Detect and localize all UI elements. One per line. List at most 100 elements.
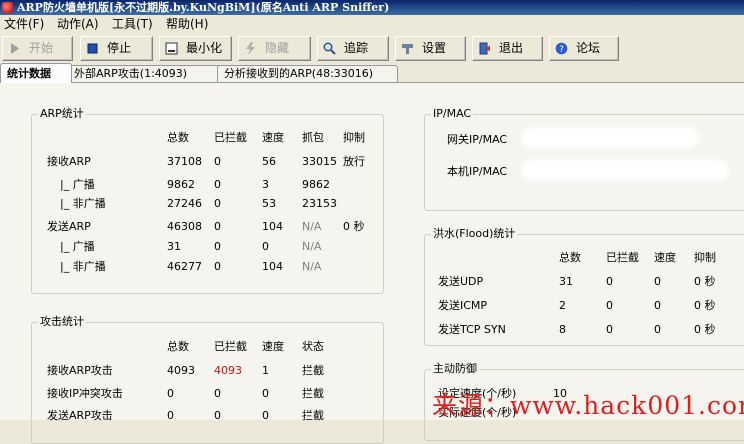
row-speed: 0: [654, 299, 661, 312]
row-speed: 1: [262, 364, 269, 377]
row-speed: 0: [654, 275, 661, 288]
row-speed: 0: [654, 323, 661, 336]
row-status: 拦截: [302, 409, 324, 422]
window-title: ARP防火墙单机版[永不过期版.by.KuNgBiM](原名Anti ARP S…: [17, 1, 390, 14]
ipmac-group: IP/MAC 网关IP/MAC 本机IP/MAC: [424, 107, 744, 211]
row-blocked: 0: [214, 387, 221, 400]
statistics-panel: ARP统计 总数 已拦截 速度 抓包 抑制 接收ARP 37108 0 56 3…: [0, 82, 744, 444]
row-label: |_ 广播: [60, 240, 95, 253]
row-blocked: 0: [606, 299, 613, 312]
row-speed: 104: [262, 260, 283, 273]
column-header: 总数: [167, 340, 189, 353]
column-header: 速度: [654, 251, 676, 264]
column-header: 总数: [167, 131, 189, 144]
row-blocked: 0: [214, 220, 221, 233]
hide-button[interactable]: 隐藏: [238, 36, 311, 61]
column-header: 抓包: [302, 131, 324, 144]
arp-stats-group: ARP统计 总数 已拦截 速度 抓包 抑制 接收ARP 37108 0 56 3…: [31, 107, 384, 294]
row-blocked: 4093: [214, 364, 242, 377]
row-suppress: 0 秒: [694, 323, 716, 336]
row-label: 接收ARP攻击: [47, 364, 113, 377]
row-total: 4093: [167, 364, 195, 377]
row-blocked: 0: [214, 409, 221, 422]
row-total: 0: [167, 387, 174, 400]
toolbar: 开始 停止 最小化 隐藏 追踪 设置 退出 ? 论坛: [0, 35, 744, 62]
row-total: 8: [559, 323, 566, 336]
row-suppress: 0 秒: [694, 299, 716, 312]
exit-button[interactable]: 退出: [472, 36, 543, 61]
settings-button[interactable]: 设置: [395, 36, 466, 61]
row-label: |_ 广播: [60, 178, 95, 191]
exit-door-icon: [479, 42, 490, 55]
row-blocked: 0: [606, 323, 613, 336]
svg-text:?: ?: [559, 45, 564, 55]
gateway-ipmac-redacted: [525, 131, 695, 145]
row-blocked: 0: [606, 275, 613, 288]
tab-strip: 统计数据 外部ARP攻击(1:4093) 分析接收到的ARP(48:33016): [0, 63, 744, 83]
stop-icon: [87, 43, 98, 54]
row-capture: N/A: [302, 260, 322, 273]
row-speed: 0: [262, 240, 269, 253]
arp-stats-title: ARP统计: [38, 107, 86, 121]
flood-stats-title: 洪水(Flood)统计: [431, 227, 518, 241]
row-capture: 33015: [302, 155, 337, 168]
row-label: |_ 非广播: [60, 197, 106, 210]
row-capture: N/A: [302, 220, 322, 233]
app-icon: [2, 2, 13, 13]
attack-stats-group: 攻击统计 总数 已拦截 速度 状态 接收ARP攻击 4093 4093 1 拦截…: [31, 315, 384, 444]
row-label: 发送ARP攻击: [47, 409, 113, 422]
row-total: 31: [559, 275, 573, 288]
row-suppress: 0 秒: [343, 220, 365, 233]
stop-button[interactable]: 停止: [80, 36, 153, 61]
row-total: 0: [167, 409, 174, 422]
tab-received-arp-analysis[interactable]: 分析接收到的ARP(48:33016): [217, 65, 398, 82]
row-label: 发送UDP: [438, 275, 484, 288]
row-label: 发送ICMP: [438, 299, 488, 312]
column-header: 已拦截: [214, 131, 247, 144]
column-header: 已拦截: [606, 251, 639, 264]
row-suppress: 放行: [343, 155, 365, 168]
play-icon: [11, 43, 19, 54]
menu-action[interactable]: 动作(A): [57, 16, 99, 32]
active-defense-title: 主动防御: [431, 362, 479, 376]
start-button[interactable]: 开始: [2, 36, 73, 61]
forum-button[interactable]: ? 论坛: [549, 36, 619, 61]
menu-file[interactable]: 文件(F): [4, 16, 44, 32]
gateway-ipmac-label: 网关IP/MAC: [447, 133, 508, 146]
column-header: 抑制: [694, 251, 716, 264]
row-status: 拦截: [302, 364, 324, 377]
column-header: 速度: [262, 340, 284, 353]
trace-button[interactable]: 追踪: [317, 36, 389, 61]
row-suppress: 0 秒: [694, 275, 716, 288]
menu-tools[interactable]: 工具(T): [112, 16, 153, 32]
row-total: 46277: [167, 260, 202, 273]
watermark-text: 来源：www.hack001.com: [432, 391, 744, 420]
row-blocked: 0: [214, 178, 221, 191]
row-total: 37108: [167, 155, 202, 168]
ipmac-title: IP/MAC: [431, 107, 474, 121]
tab-external-arp-attack[interactable]: 外部ARP攻击(1:4093): [67, 65, 223, 82]
flood-stats-group: 洪水(Flood)统计 总数 已拦截 速度 抑制 发送UDP 31 0 0 0 …: [424, 227, 744, 346]
row-blocked: 0: [214, 260, 221, 273]
title-bar[interactable]: ARP防火墙单机版[永不过期版.by.KuNgBiM](原名Anti ARP S…: [0, 0, 744, 15]
row-label: 发送ARP: [47, 220, 91, 233]
attack-stats-title: 攻击统计: [38, 315, 86, 329]
row-speed: 0: [262, 387, 269, 400]
local-ipmac-redacted: [525, 163, 725, 177]
menu-help[interactable]: 帮助(H): [166, 16, 208, 32]
row-capture: N/A: [302, 240, 322, 253]
row-blocked: 0: [214, 240, 221, 253]
column-header: 状态: [302, 340, 324, 353]
row-speed: 3: [262, 178, 269, 191]
minimize-button[interactable]: 最小化: [159, 36, 232, 61]
column-header: 抑制: [343, 131, 365, 144]
row-total: 31: [167, 240, 181, 253]
row-label: 发送TCP SYN: [438, 323, 506, 336]
row-blocked: 0: [214, 155, 221, 168]
magnifier-icon: [323, 42, 336, 55]
row-total: 27246: [167, 197, 202, 210]
tools-icon: [402, 44, 413, 54]
tab-statistics[interactable]: 统计数据: [0, 63, 72, 83]
menu-bar: 文件(F) 动作(A) 工具(T) 帮助(H): [0, 15, 744, 33]
column-header: 已拦截: [214, 340, 247, 353]
